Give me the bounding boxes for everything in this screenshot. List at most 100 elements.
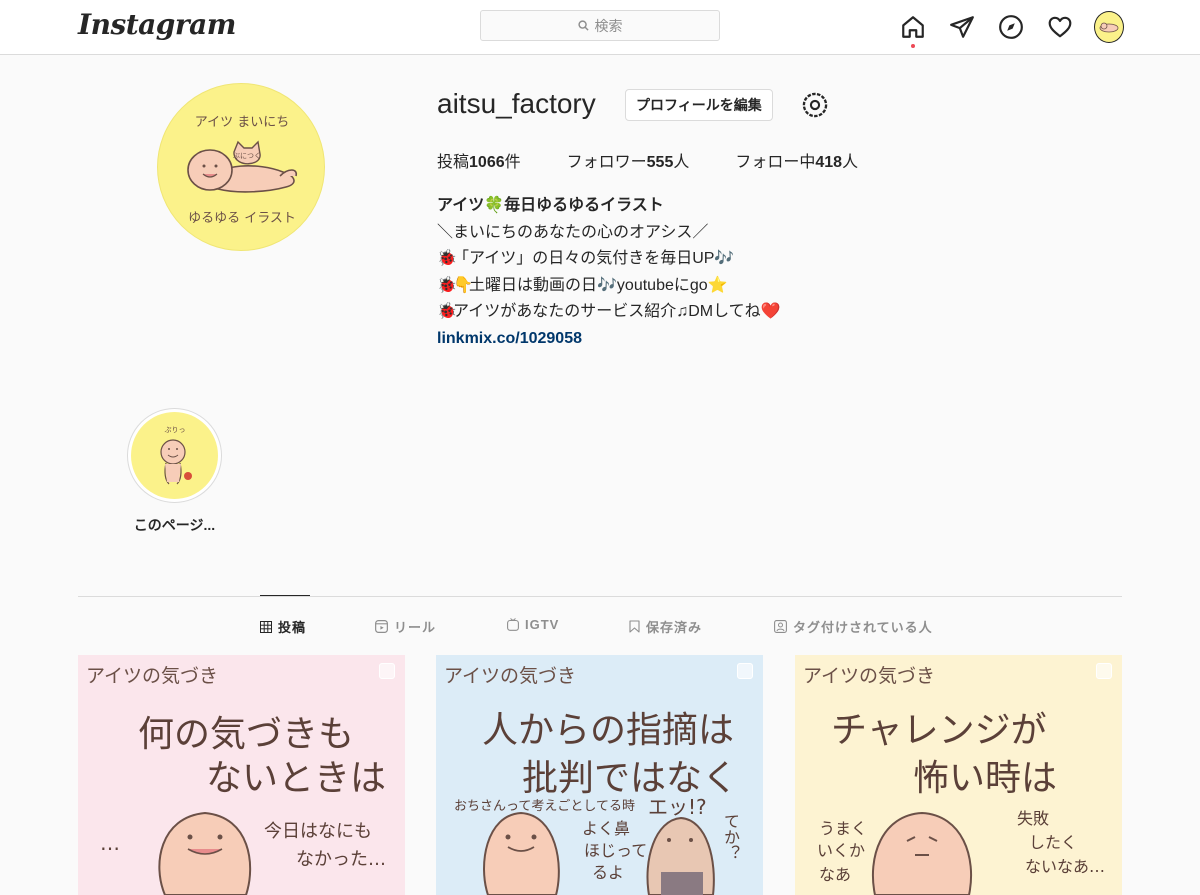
send-icon <box>950 16 974 38</box>
post-line-2: 怖い時は <box>913 758 1058 799</box>
instagram-logo[interactable]: Instagram <box>78 8 236 41</box>
edit-profile-button[interactable]: プロフィールを編集 <box>625 89 773 121</box>
followers-number: 555 <box>646 154 674 171</box>
bio-line-3-text: 土曜日は動画の日🎶youtubeにgo⭐ <box>469 276 728 294</box>
post-header: アイツの気づき <box>803 665 936 687</box>
tab-tagged[interactable]: タグ付けされている人 <box>774 617 933 636</box>
bio-link[interactable]: linkmix.co/1029058 <box>437 326 781 353</box>
post-side-2: いくか <box>817 841 866 860</box>
post-character <box>158 811 252 895</box>
post-header: アイツの気づき <box>86 665 219 687</box>
post-character <box>871 811 973 895</box>
story-highlight[interactable]: ぷりっ <box>127 408 222 503</box>
avatar-illustration: アイツ まいにち ゆるゆる イラスト ぶにつく <box>187 115 298 226</box>
post-side-1: 今日はなにも <box>264 821 372 842</box>
search-icon <box>577 20 589 31</box>
home-button[interactable] <box>898 12 928 48</box>
post-character <box>483 811 560 895</box>
tab-reels-label: リール <box>394 620 437 635</box>
top-nav: Instagram 検索 <box>0 0 1200 55</box>
profile-display-name: アイツ🍀毎日ゆるゆるイラスト <box>437 193 781 220</box>
post-line-1: チャレンジが <box>831 710 1047 751</box>
ladybug-icon: 🐞 <box>437 250 457 267</box>
followers-unit: 人 <box>673 154 690 171</box>
following-count[interactable]: フォロー中418人 <box>735 148 858 172</box>
post-side-2: よく鼻 <box>582 819 631 838</box>
ladybug-icon: 🐞 <box>437 276 457 294</box>
multi-image-icon <box>379 663 395 679</box>
post-line-2: ないときは <box>206 758 387 799</box>
highlight-label[interactable]: このページ... <box>112 515 237 535</box>
following-unit: 人 <box>842 154 859 171</box>
ladybug-icon: 🐞 <box>437 303 457 320</box>
post-line-1: 人からの指摘は <box>482 710 735 751</box>
search-placeholder: 検索 <box>594 18 623 35</box>
multi-image-icon <box>737 663 753 679</box>
display-name-prefix: アイツ <box>437 197 485 214</box>
display-name-suffix: 毎日ゆるゆるイラスト <box>504 197 664 214</box>
settings-button[interactable] <box>800 90 830 120</box>
avatar-illustration-icon <box>1099 22 1119 33</box>
highlight-cover: ぷりっ <box>131 412 218 499</box>
post-side-4: るよ <box>592 863 625 882</box>
avatar <box>1094 11 1124 43</box>
tab-posts[interactable]: 投稿 <box>260 617 306 636</box>
post-dots: … <box>100 831 120 855</box>
tab-posts-label: 投稿 <box>278 620 307 635</box>
multi-image-icon <box>1096 663 1112 679</box>
avatar-cat-text: ぶにつく <box>233 152 261 160</box>
tab-igtv-label: IGTV <box>525 617 560 632</box>
notification-dot <box>911 44 915 48</box>
explore-button[interactable] <box>996 12 1026 42</box>
following-label: フォロー中 <box>735 154 816 171</box>
profile-username: aitsu_factory <box>437 88 596 119</box>
bio-line-3: 🐞👇土曜日は動画の日🎶youtubeにgo⭐ <box>437 273 781 300</box>
bio-line-1: ＼まいにちのあなたの心のオアシス／ <box>437 223 709 241</box>
post-side-1: うまく <box>819 819 868 838</box>
heart-icon <box>1048 16 1072 38</box>
bio-line-4-text: アイツがあなたのサービス紹介♫DMしてね❤️ <box>453 303 781 320</box>
igtv-icon <box>507 618 519 631</box>
tab-tagged-label: タグ付けされている人 <box>793 620 933 635</box>
post-side-2: なかった… <box>296 849 386 870</box>
post-side-3: なあ <box>819 865 852 884</box>
post-thumbnail[interactable]: アイツの気づき チャレンジが 怖い時は うまく いくか なあ 失敗 したく ない… <box>795 655 1122 895</box>
reels-icon <box>375 620 388 633</box>
tab-igtv[interactable]: IGTV <box>507 617 559 632</box>
post-header: アイツの気づき <box>444 665 577 687</box>
compass-icon <box>999 15 1023 39</box>
post-side-5: したく <box>1029 833 1078 852</box>
pointing-down-icon: 👇 <box>453 276 473 294</box>
direct-button[interactable] <box>947 12 977 42</box>
profile-stats: 投稿1066件 フォロワー555人 フォロー中418人 <box>437 148 904 172</box>
activity-button[interactable] <box>1045 12 1075 42</box>
followers-count[interactable]: フォロワー555人 <box>567 148 690 172</box>
gear-icon <box>802 92 828 118</box>
post-side-6: ないなあ… <box>1025 857 1106 876</box>
bookmark-icon <box>629 620 640 633</box>
profile-avatar[interactable]: アイツ まいにち ゆるゆる イラスト ぶにつく <box>157 83 325 251</box>
following-number: 418 <box>815 154 843 171</box>
profile-bio: アイツ🍀毎日ゆるゆるイラスト ＼まいにちのあなたの心のオアシス／ 🐞「アイツ」の… <box>437 193 781 352</box>
grid-icon <box>260 620 272 633</box>
tab-saved[interactable]: 保存済み <box>629 617 702 636</box>
profile-button[interactable] <box>1094 11 1124 43</box>
home-icon <box>902 16 924 38</box>
clover-icon: 🍀 <box>484 197 505 214</box>
post-character <box>646 816 715 895</box>
bio-line-2: 🐞「アイツ」の日々の気付きを毎日UP🎶 <box>437 246 781 273</box>
search-input[interactable]: 検索 <box>480 10 720 41</box>
post-thumbnail[interactable]: アイツの気づき 何の気づきも ないときは … 今日はなにも なかった… <box>78 655 405 895</box>
post-thumbnail[interactable]: アイツの気づき 人からの指摘は 批判ではなく おちさんって考えごとしてる時 よく… <box>436 655 763 895</box>
highlight-illustration: ぷりっ <box>160 426 192 485</box>
posts-unit: 件 <box>504 154 521 171</box>
tagged-icon <box>774 620 787 633</box>
bio-line-4: 🐞アイツがあなたのサービス紹介♫DMしてね❤️ <box>437 299 781 326</box>
tab-reels[interactable]: リール <box>375 617 436 636</box>
post-side-4: 失敗 <box>1017 809 1050 828</box>
posts-count: 投稿1066件 <box>437 148 521 172</box>
post-side-3: ほじって <box>584 841 648 860</box>
tab-saved-label: 保存済み <box>646 620 703 635</box>
avatar-text-bottom: ゆるゆる イラスト <box>188 211 296 226</box>
post-side-5: てか？ <box>721 813 740 861</box>
